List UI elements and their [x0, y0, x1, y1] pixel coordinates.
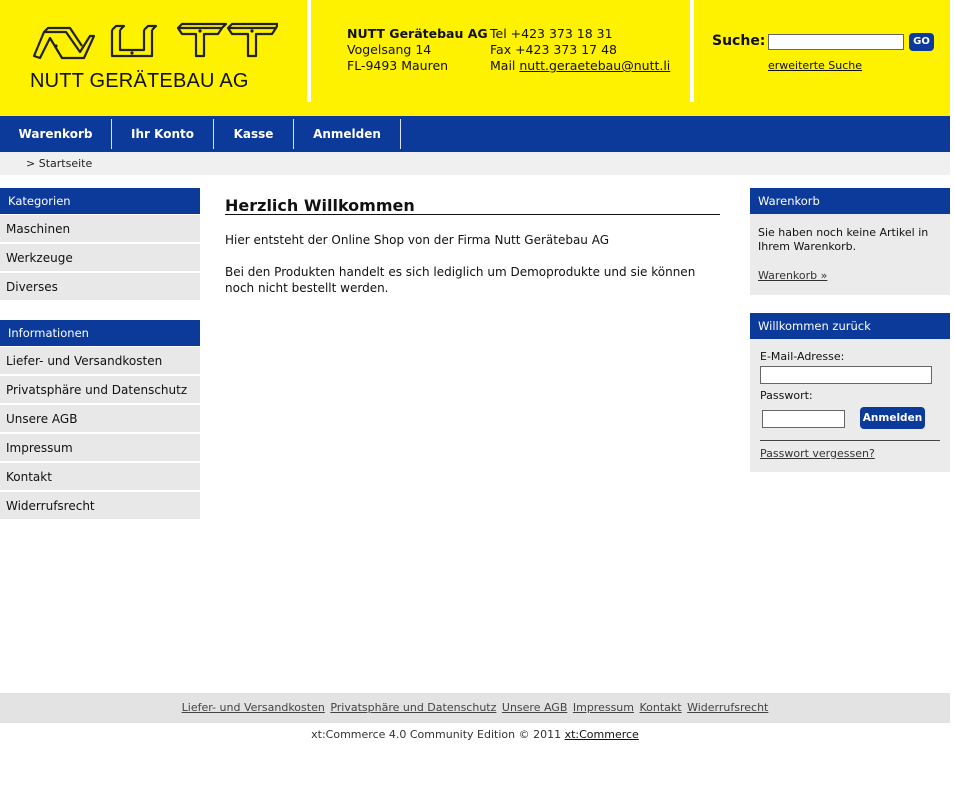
company-city: FL-9493 Mauren	[347, 58, 449, 73]
logo-graphic-icon	[32, 22, 278, 60]
login-box: E-Mail-Adresse: Passwort: Anmelden Passw…	[750, 339, 950, 472]
nav-item-ihr-konto[interactable]: Ihr Konto	[112, 116, 213, 152]
category-item-diverses[interactable]: Diverses	[0, 273, 200, 301]
login-divider	[760, 440, 940, 441]
logo-text: NUTT GERÄTEBAU AG	[30, 70, 249, 92]
header-divider	[307, 0, 311, 102]
footer-links: Liefer- und Versandkosten Privatsphäre u…	[0, 693, 950, 723]
company-contact: Tel +423 373 18 31 Fax +423 373 17 48 Ma…	[490, 26, 670, 74]
copyright: xt:Commerce 4.0 Community Edition © 2011…	[0, 728, 950, 741]
footer-link-datenschutz[interactable]: Privatsphäre und Datenschutz	[330, 701, 496, 714]
contact-mail-label: Mail	[490, 58, 520, 73]
contact-mail-link[interactable]: nutt.geraetebau@nutt.li	[519, 58, 670, 73]
information-heading: Informationen	[0, 320, 200, 346]
nav-item-kasse[interactable]: Kasse	[214, 116, 293, 152]
footer-link-widerrufsrecht[interactable]: Widerrufsrecht	[687, 701, 768, 714]
breadcrumb-home[interactable]: > Startseite	[26, 157, 92, 170]
info-item-versandkosten[interactable]: Liefer- und Versandkosten	[0, 347, 200, 375]
forgot-password-link[interactable]: Passwort vergessen?	[760, 447, 875, 460]
password-field[interactable]	[762, 410, 845, 428]
copyright-link[interactable]: xt:Commerce	[565, 728, 639, 741]
email-field[interactable]	[760, 366, 932, 384]
footer-link-versandkosten[interactable]: Liefer- und Versandkosten	[182, 701, 325, 714]
contact-tel: Tel +423 373 18 31	[490, 26, 613, 41]
footer-link-kontakt[interactable]: Kontakt	[640, 701, 682, 714]
email-label: E-Mail-Adresse:	[760, 350, 845, 363]
login-button[interactable]: Anmelden	[860, 407, 925, 429]
nav-divider	[400, 119, 401, 149]
search-input[interactable]	[768, 34, 904, 50]
search-go-button[interactable]: GO	[909, 33, 934, 51]
category-item-maschinen[interactable]: Maschinen	[0, 215, 200, 243]
site-header: NUTT GERÄTEBAU AG NUTT Gerätebau AG Voge…	[0, 0, 950, 116]
cart-box: Sie haben noch keine Artikel in Ihrem Wa…	[750, 214, 950, 295]
main-nav: Warenkorb Ihr Konto Kasse Anmelden	[0, 116, 950, 152]
header-divider	[690, 0, 694, 102]
cart-box-heading: Warenkorb	[750, 188, 950, 214]
info-item-widerrufsrecht[interactable]: Widerrufsrecht	[0, 492, 200, 520]
company-street: Vogelsang 14	[347, 42, 432, 57]
categories-heading: Kategorien	[0, 188, 200, 214]
footer-link-agb[interactable]: Unsere AGB	[502, 701, 567, 714]
login-box-heading: Willkommen zurück	[750, 313, 950, 339]
search-label: Suche:	[712, 33, 766, 49]
advanced-search-link[interactable]: erweiterte Suche	[768, 59, 862, 72]
cart-link[interactable]: Warenkorb »	[758, 269, 827, 282]
company-logo[interactable]: NUTT GERÄTEBAU AG	[28, 22, 278, 97]
contact-fax: Fax +423 373 17 48	[490, 42, 617, 57]
nav-item-warenkorb[interactable]: Warenkorb	[0, 116, 111, 152]
contact-mail-row: Mail nutt.geraetebau@nutt.li	[490, 58, 670, 74]
company-address: NUTT Gerätebau AG Vogelsang 14 FL-9493 M…	[347, 26, 488, 74]
category-item-werkzeuge[interactable]: Werkzeuge	[0, 244, 200, 272]
page-title: Herzlich Willkommen	[225, 196, 720, 215]
cart-empty-text: Sie haben noch keine Artikel in Ihrem Wa…	[758, 226, 929, 253]
demo-notice-paragraph: Bei den Produkten handelt es sich ledigl…	[225, 265, 696, 295]
password-label: Passwort:	[760, 389, 813, 402]
footer-link-impressum[interactable]: Impressum	[573, 701, 634, 714]
company-name: NUTT Gerätebau AG	[347, 26, 488, 41]
info-item-impressum[interactable]: Impressum	[0, 434, 200, 462]
info-item-datenschutz[interactable]: Privatsphäre und Datenschutz	[0, 376, 200, 404]
breadcrumb: > Startseite	[0, 152, 950, 175]
info-item-kontakt[interactable]: Kontakt	[0, 463, 200, 491]
info-item-agb[interactable]: Unsere AGB	[0, 405, 200, 433]
nav-item-anmelden[interactable]: Anmelden	[294, 116, 400, 152]
copyright-text: xt:Commerce 4.0 Community Edition © 2011	[311, 728, 565, 741]
welcome-paragraph: Hier entsteht der Online Shop von der Fi…	[225, 233, 610, 247]
